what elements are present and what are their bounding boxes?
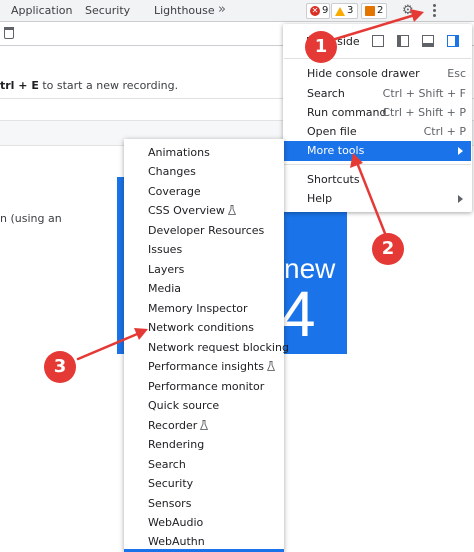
arrow-3 (76, 330, 144, 361)
arrowhead-1 (410, 9, 424, 22)
arrow-2 (354, 158, 388, 238)
callout-3: 3 (44, 351, 76, 383)
arrowhead-2 (350, 153, 363, 168)
annotation-arrows (76, 9, 424, 361)
arrow-1 (330, 12, 420, 42)
callout-1: 1 (305, 31, 337, 63)
callout-2: 2 (372, 233, 404, 265)
